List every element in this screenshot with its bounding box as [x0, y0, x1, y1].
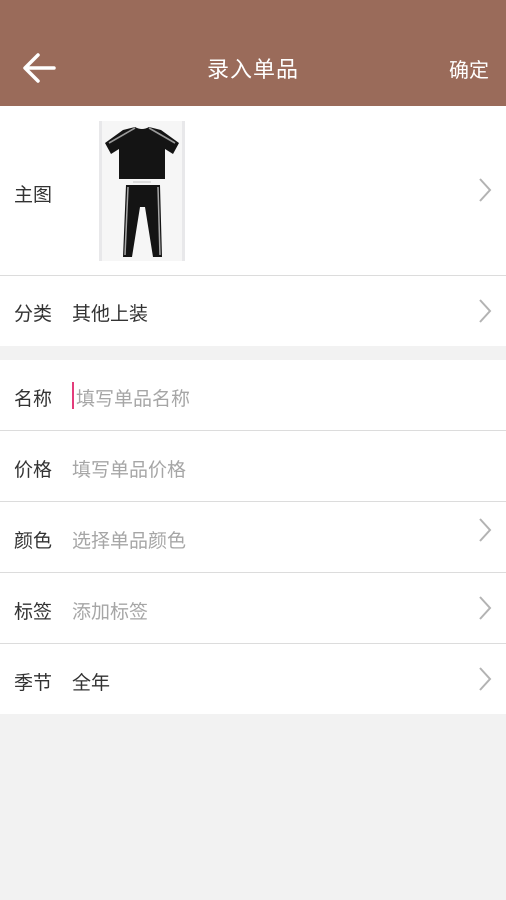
season-row[interactable]: 季节 全年 [0, 644, 506, 714]
chevron-right-icon [479, 518, 492, 542]
price-label: 价格 [14, 459, 53, 481]
tags-row[interactable]: 标签 添加标签 [0, 573, 506, 644]
name-input[interactable]: 填写单品名称 [76, 384, 190, 411]
season-value: 全年 [72, 672, 111, 694]
name-row[interactable]: 名称 填写单品名称 [0, 360, 506, 431]
confirm-button[interactable]: 确定 [449, 54, 489, 83]
category-value: 其他上装 [72, 303, 149, 325]
app-header: 录入单品 确定 [0, 0, 506, 106]
name-label: 名称 [14, 388, 53, 410]
category-label: 分类 [14, 303, 53, 325]
price-row[interactable]: 价格 填写单品价格 [0, 431, 506, 502]
main-image-thumbnail[interactable] [99, 121, 185, 261]
color-select[interactable]: 选择单品颜色 [72, 526, 186, 553]
price-input[interactable]: 填写单品价格 [72, 455, 186, 482]
tags-select[interactable]: 添加标签 [72, 597, 148, 624]
section-divider [0, 346, 506, 360]
color-row[interactable]: 颜色 选择单品颜色 [0, 502, 506, 573]
color-label: 颜色 [14, 530, 53, 552]
season-label: 季节 [14, 672, 53, 694]
main-image-row[interactable]: 主图 [0, 106, 506, 276]
chevron-right-icon [479, 299, 492, 323]
chevron-right-icon [479, 178, 492, 202]
main-image-label: 主图 [14, 184, 53, 206]
chevron-right-icon [479, 667, 492, 691]
tags-label: 标签 [14, 601, 53, 623]
page-title: 录入单品 [206, 58, 299, 83]
category-row[interactable]: 分类 其他上装 [0, 276, 506, 346]
image-category-section: 主图 分类 其他上装 [0, 106, 506, 346]
chevron-right-icon [479, 596, 492, 620]
text-cursor [72, 382, 74, 409]
details-section: 名称 填写单品名称 价格 填写单品价格 颜色 选择单品颜色 标签 添加标签 季节… [0, 360, 506, 714]
